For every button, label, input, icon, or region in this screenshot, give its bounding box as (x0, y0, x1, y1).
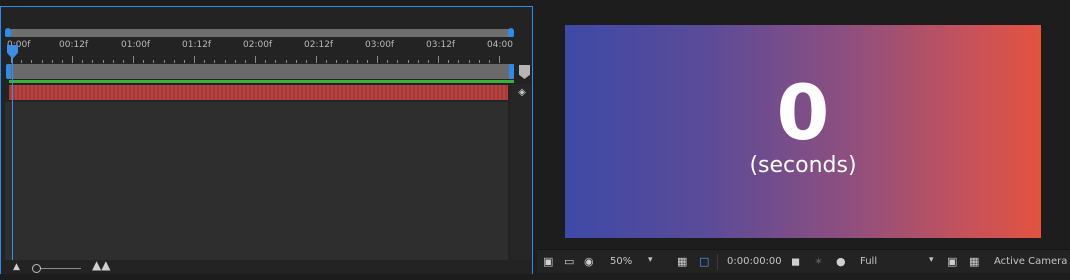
ruler-tick (244, 60, 246, 63)
ruler-tick (305, 60, 307, 63)
ruler-tick (163, 60, 165, 63)
ruler-tick (285, 60, 287, 63)
ruler-tick (41, 60, 43, 63)
ruler-tick (21, 60, 23, 63)
ruler-label: 01:00f (121, 40, 151, 50)
ruler-tick (143, 60, 145, 63)
current-time-display[interactable]: 0:00:00:00 (727, 255, 782, 269)
snapshot-camera-icon[interactable]: ◼ (791, 255, 800, 269)
cache-indicator-line (9, 80, 514, 83)
ruler-tick (112, 60, 114, 63)
playhead-line (12, 49, 13, 261)
work-area-start-handle[interactable] (6, 64, 11, 79)
ruler-label: 01:12f (182, 40, 212, 50)
ruler-tick (224, 60, 226, 63)
chevron-down-icon[interactable]: ▾ (929, 255, 934, 265)
ruler-tick (346, 60, 348, 63)
viewer-toolbar: ▣ ▭ ◉ 50% ▾ ▦ □ 0:00:00:00 ◼ ✶ ● Full ▾ … (537, 249, 1070, 273)
counter-number: 0 (776, 68, 830, 157)
ruler-label: 02:12f (304, 40, 334, 50)
ruler-tick (102, 60, 104, 63)
ruler-tick (366, 60, 368, 63)
ruler-tick (407, 60, 409, 63)
ruler-tick (31, 60, 33, 63)
monitor-icon[interactable]: ▭ (564, 255, 574, 269)
mask-diamond-icon[interactable]: ◈ (515, 87, 529, 99)
ruler-tick (458, 60, 460, 63)
ruler-label: 00:12f (59, 40, 89, 50)
always-preview-icon[interactable]: ▣ (543, 255, 553, 269)
ruler-tick (377, 56, 378, 63)
ruler-tick (183, 60, 185, 63)
ruler-tick (336, 60, 338, 63)
work-area-bar[interactable] (9, 64, 514, 79)
ruler-label: 03:12f (426, 40, 456, 50)
ruler-tick (275, 60, 277, 63)
ruler-tick (499, 56, 500, 63)
ruler-tick (316, 56, 317, 63)
resolution-select[interactable]: Full (860, 255, 877, 269)
ruler-tick (234, 60, 236, 63)
ruler-tick (133, 56, 134, 63)
ruler-tick (122, 60, 124, 63)
ruler-tick (326, 60, 328, 63)
ruler-tick (214, 60, 216, 63)
toolbar-divider (717, 254, 718, 270)
show-snapshot-icon[interactable]: ✶ (814, 255, 823, 269)
ruler-tick (153, 60, 155, 63)
app-root: 0:00f 00:12f 01:00f 01:12f 02:00f 02:12f… (0, 0, 1070, 280)
timeline-zoom-slider[interactable] (39, 268, 81, 269)
ruler-label: 03:00f (365, 40, 395, 50)
counter-unit-label: (seconds) (749, 153, 857, 178)
color-channels-icon[interactable]: ● (836, 255, 846, 269)
ruler-tick (438, 56, 439, 63)
zoom-level-select[interactable]: 50% (610, 255, 632, 269)
ruler-tick (488, 60, 490, 63)
composition-canvas[interactable]: 0 (seconds) (565, 25, 1041, 238)
ruler-tick (255, 56, 256, 63)
ruler-tick (468, 60, 470, 63)
ruler-tick (448, 60, 450, 63)
ruler-tick (427, 60, 429, 63)
fast-previews-icon[interactable]: ▣ (947, 255, 957, 269)
ruler-ticks (5, 55, 515, 63)
work-area-end-handle[interactable] (509, 64, 514, 79)
chevron-down-icon[interactable]: ▾ (648, 255, 653, 265)
layer-area (5, 102, 508, 260)
transparency-grid-icon[interactable]: ▦ (969, 255, 979, 269)
ruler-tick (417, 60, 419, 63)
mountain-large-icon[interactable]: ▲▲ (92, 259, 110, 271)
ruler-tick (387, 60, 389, 63)
ruler-tick (72, 56, 73, 63)
mountain-small-icon[interactable]: ▲ (13, 262, 20, 272)
title-safe-grid-icon[interactable]: ▦ (677, 255, 687, 269)
ruler-label: 02:00f (243, 40, 273, 50)
ruler-tick (478, 60, 480, 63)
active-camera-select[interactable]: Active Camera (994, 255, 1067, 269)
layer-duration-bar[interactable] (9, 85, 508, 100)
timeline-panel: 0:00f 00:12f 01:00f 01:12f 02:00f 02:12f… (0, 6, 533, 274)
ruler-tick (204, 60, 206, 63)
ruler-tick (295, 60, 297, 63)
ruler-tick (397, 60, 399, 63)
composition-viewer: 0 (seconds) ▣ ▭ ◉ 50% ▾ ▦ □ 0:00:00:00 ◼… (537, 6, 1070, 274)
ruler-tick (173, 60, 175, 63)
timeline-zoom-thumb[interactable] (32, 264, 41, 273)
mask-visibility-icon[interactable]: ◉ (584, 255, 594, 269)
ruler-tick (194, 56, 195, 63)
comp-marker-bin-icon[interactable] (519, 65, 530, 79)
timeline-footer: ▲ ▲▲ (1, 259, 532, 274)
ruler-tick (61, 60, 63, 63)
ruler-tick (82, 60, 84, 63)
ruler-label: 04:00 (487, 40, 513, 50)
ruler-tick (265, 60, 267, 63)
ruler-tick (92, 60, 94, 63)
region-of-interest-icon[interactable]: □ (699, 255, 709, 269)
ruler-tick (51, 60, 53, 63)
timeline-side-strip (511, 84, 531, 260)
ruler-tick (356, 60, 358, 63)
time-navigator-bar[interactable] (9, 29, 514, 37)
